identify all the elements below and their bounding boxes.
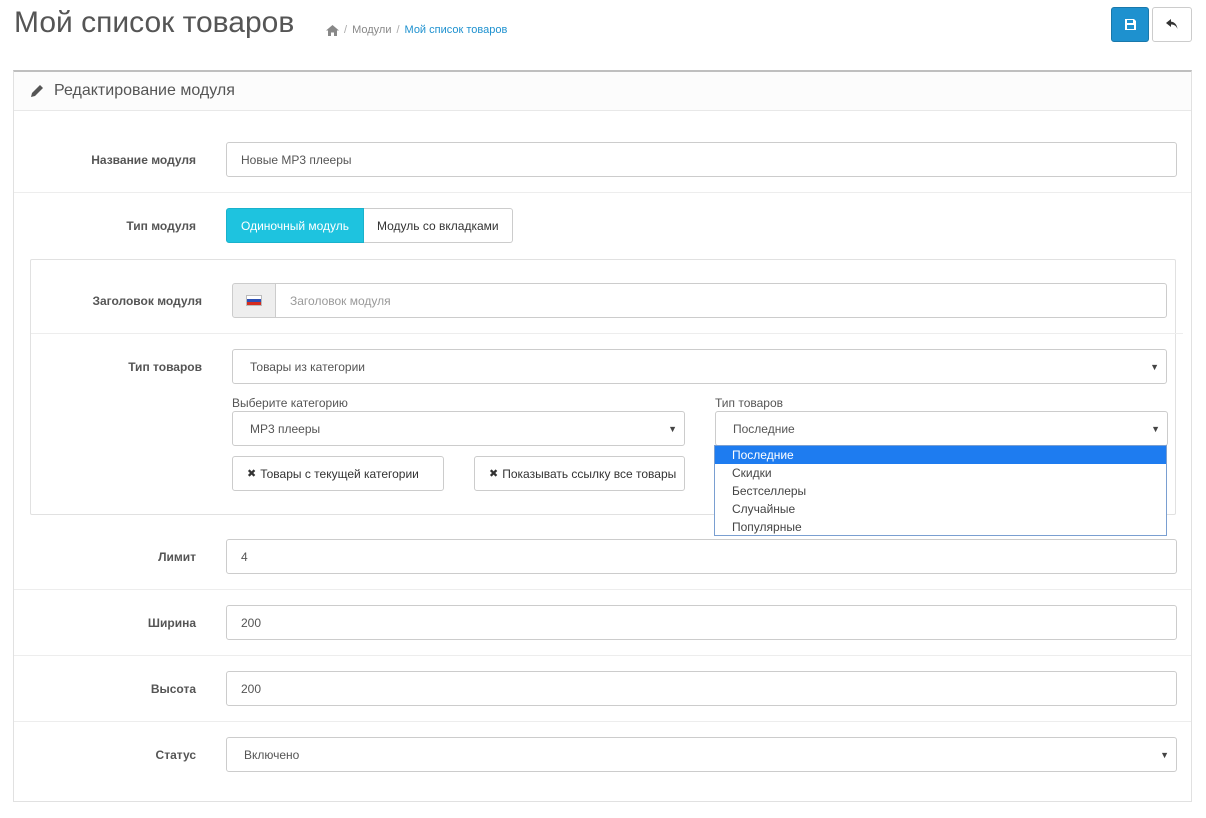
caret-down-icon: ▼	[1150, 361, 1159, 372]
product-source-value: Товары из категории	[250, 359, 365, 374]
current-category-products-button[interactable]: ✖ Товары с текущей категории	[232, 456, 444, 491]
divider	[31, 333, 1183, 334]
dropdown-option[interactable]: Последние	[715, 446, 1166, 464]
divider	[14, 192, 1191, 193]
single-module-button[interactable]: Одиночный модуль	[226, 208, 365, 243]
module-type-label: Тип модуля	[126, 219, 196, 233]
category-select[interactable]: MP3 плееры ▼	[232, 411, 685, 446]
module-name-label: Название модуля	[91, 153, 196, 167]
width-input[interactable]: 200	[226, 605, 1177, 640]
category-label: Выберите категорию	[232, 396, 348, 410]
width-label: Ширина	[147, 616, 196, 630]
back-button[interactable]	[1152, 7, 1192, 42]
dropdown-option[interactable]: Бестселлеры	[715, 482, 1166, 500]
status-value: Включено	[244, 747, 300, 762]
reply-icon	[1166, 19, 1178, 29]
product-kind-select[interactable]: Последние ▼	[715, 411, 1168, 446]
breadcrumb: / Модули / Мой список товаров	[326, 24, 507, 36]
show-all-products-link-button[interactable]: ✖ Показывать ссылку все товары	[474, 456, 685, 491]
limit-label: Лимит	[158, 550, 196, 564]
module-heading-label: Заголовок модуля	[92, 294, 202, 308]
breadcrumb-modules[interactable]: Модули	[352, 24, 391, 36]
pencil-icon	[31, 85, 43, 97]
breadcrumb-current[interactable]: Мой список товаров	[405, 24, 508, 36]
tabbed-module-button[interactable]: Модуль со вкладками	[364, 208, 513, 243]
height-input[interactable]: 200	[226, 671, 1177, 706]
status-label: Статус	[155, 748, 196, 762]
product-kind-label: Тип товаров	[715, 396, 784, 410]
dropdown-option[interactable]: Скидки	[715, 464, 1166, 482]
product-kind-dropdown-list: Последние Скидки Бестселлеры Случайные П…	[714, 445, 1167, 536]
module-type-toggle: Одиночный модуль Модуль со вкладками	[226, 208, 513, 243]
module-name-input[interactable]: Новые MP3 плееры	[226, 142, 1177, 177]
caret-down-icon: ▼	[1151, 423, 1160, 434]
current-category-products-label: Товары с текущей категории	[260, 466, 419, 481]
home-icon[interactable]	[326, 24, 339, 36]
save-icon	[1124, 19, 1136, 30]
page-title: Мой список товаров	[14, 6, 295, 39]
panel-heading: Редактирование модуля	[14, 72, 1191, 111]
close-icon: ✖	[247, 468, 257, 480]
status-select[interactable]: Включено ▼	[226, 737, 1177, 772]
divider	[14, 589, 1191, 590]
breadcrumb-separator: /	[344, 24, 348, 36]
save-button[interactable]	[1111, 7, 1149, 42]
breadcrumb-separator: /	[396, 24, 400, 36]
product-source-label: Тип товаров	[128, 360, 202, 374]
russian-flag-icon	[246, 295, 262, 306]
panel-title: Редактирование модуля	[54, 82, 235, 99]
limit-input[interactable]: 4	[226, 539, 1177, 574]
dropdown-option[interactable]: Популярные	[715, 518, 1166, 536]
edit-module-panel: Редактирование модуля Название модуля Но…	[13, 70, 1192, 802]
show-all-products-link-label: Показывать ссылку все товары	[502, 466, 677, 481]
module-heading-input[interactable]: Заголовок модуля	[275, 283, 1167, 318]
caret-down-icon: ▼	[668, 423, 677, 434]
category-value: MP3 плееры	[250, 421, 321, 436]
dropdown-option[interactable]: Случайные	[715, 500, 1166, 518]
height-label: Высота	[150, 682, 196, 696]
module-heading-placeholder: Заголовок модуля	[290, 293, 391, 308]
divider	[14, 721, 1191, 722]
close-icon: ✖	[489, 468, 499, 480]
product-kind-value: Последние	[733, 421, 795, 436]
language-flag-addon	[232, 283, 276, 318]
caret-down-icon: ▼	[1160, 749, 1169, 760]
divider	[14, 655, 1191, 656]
product-source-select[interactable]: Товары из категории ▼	[232, 349, 1167, 384]
